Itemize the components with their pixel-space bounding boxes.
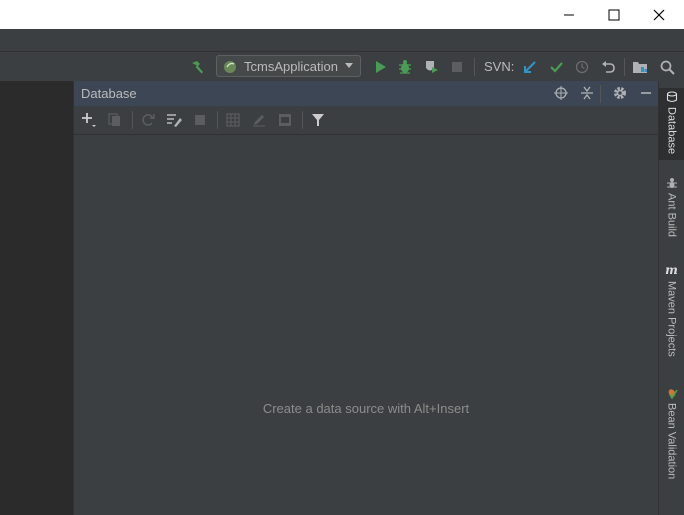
toolbar-separator [132, 111, 133, 129]
svn-update-icon[interactable] [520, 57, 540, 77]
empty-state-text: Create a data source with Alt+Insert [262, 401, 470, 416]
tool-tab-maven-projects[interactable]: m Maven Projects [659, 263, 684, 363]
hide-icon[interactable] [636, 83, 656, 103]
window-title-bar [0, 0, 684, 29]
target-icon[interactable] [551, 83, 571, 103]
tool-tab-label: Maven Projects [665, 281, 678, 357]
header-separator [600, 85, 601, 103]
menu-strip [0, 30, 684, 51]
chevron-down-icon [345, 63, 353, 68]
edit-icon[interactable] [249, 110, 269, 130]
run-icon[interactable] [370, 57, 390, 77]
bean-validation-icon [668, 389, 678, 399]
editor-area [0, 81, 73, 515]
minimize-icon [564, 14, 574, 15]
database-tree-area[interactable]: Create a data source with Alt+Insert [74, 135, 658, 515]
project-structure-icon[interactable] [630, 57, 650, 77]
search-icon[interactable] [657, 57, 677, 77]
svn-label: SVN: [484, 59, 515, 74]
main-toolbar: TcmsApplication SVN: [0, 51, 684, 81]
coverage-icon[interactable] [421, 57, 441, 77]
debug-icon[interactable] [395, 57, 415, 77]
database-icon [666, 91, 677, 103]
add-icon[interactable] [79, 110, 99, 130]
refresh-icon[interactable] [138, 110, 158, 130]
toolbar-separator [474, 58, 475, 76]
stop-icon[interactable] [447, 57, 467, 77]
maximize-icon [608, 9, 620, 20]
ant-icon [666, 178, 677, 188]
build-hammer-icon[interactable] [187, 57, 207, 77]
stop-icon[interactable] [190, 110, 210, 130]
close-button[interactable] [636, 0, 682, 29]
minimize-button[interactable] [546, 0, 592, 29]
spring-boot-icon [224, 61, 236, 73]
database-toolbar [74, 106, 658, 135]
run-configuration-select[interactable]: TcmsApplication [216, 55, 361, 77]
database-panel-header: Database [74, 81, 658, 106]
toolbar-separator [624, 58, 625, 76]
schema-edit-icon[interactable] [164, 110, 184, 130]
database-panel-title: Database [81, 86, 137, 101]
table-icon[interactable] [223, 110, 243, 130]
maven-icon: m [665, 263, 678, 277]
history-icon[interactable] [572, 57, 592, 77]
toolbar-separator [302, 111, 303, 129]
gear-icon[interactable] [610, 83, 630, 103]
tool-tab-bean-validation[interactable]: Bean Validation [659, 385, 684, 495]
console-icon[interactable] [275, 110, 295, 130]
maximize-button[interactable] [591, 0, 637, 29]
tool-tab-label: Database [665, 107, 678, 155]
tool-tab-database[interactable]: Database [659, 88, 684, 160]
svn-commit-icon[interactable] [546, 57, 566, 77]
tool-tab-label: Ant Build [665, 193, 678, 238]
toolbar-separator [217, 111, 218, 129]
collapse-icon[interactable] [577, 83, 597, 103]
tool-tab-label: Bean Validation [665, 403, 678, 480]
tool-tab-ant-build[interactable]: Ant Build [659, 175, 684, 243]
close-icon [653, 9, 665, 20]
right-tool-strip: Database Ant Build m Maven Projects Bean… [658, 81, 684, 515]
revert-icon[interactable] [598, 57, 618, 77]
copy-icon[interactable] [105, 110, 125, 130]
filter-icon[interactable] [308, 110, 328, 130]
run-configuration-label: TcmsApplication [244, 58, 338, 74]
